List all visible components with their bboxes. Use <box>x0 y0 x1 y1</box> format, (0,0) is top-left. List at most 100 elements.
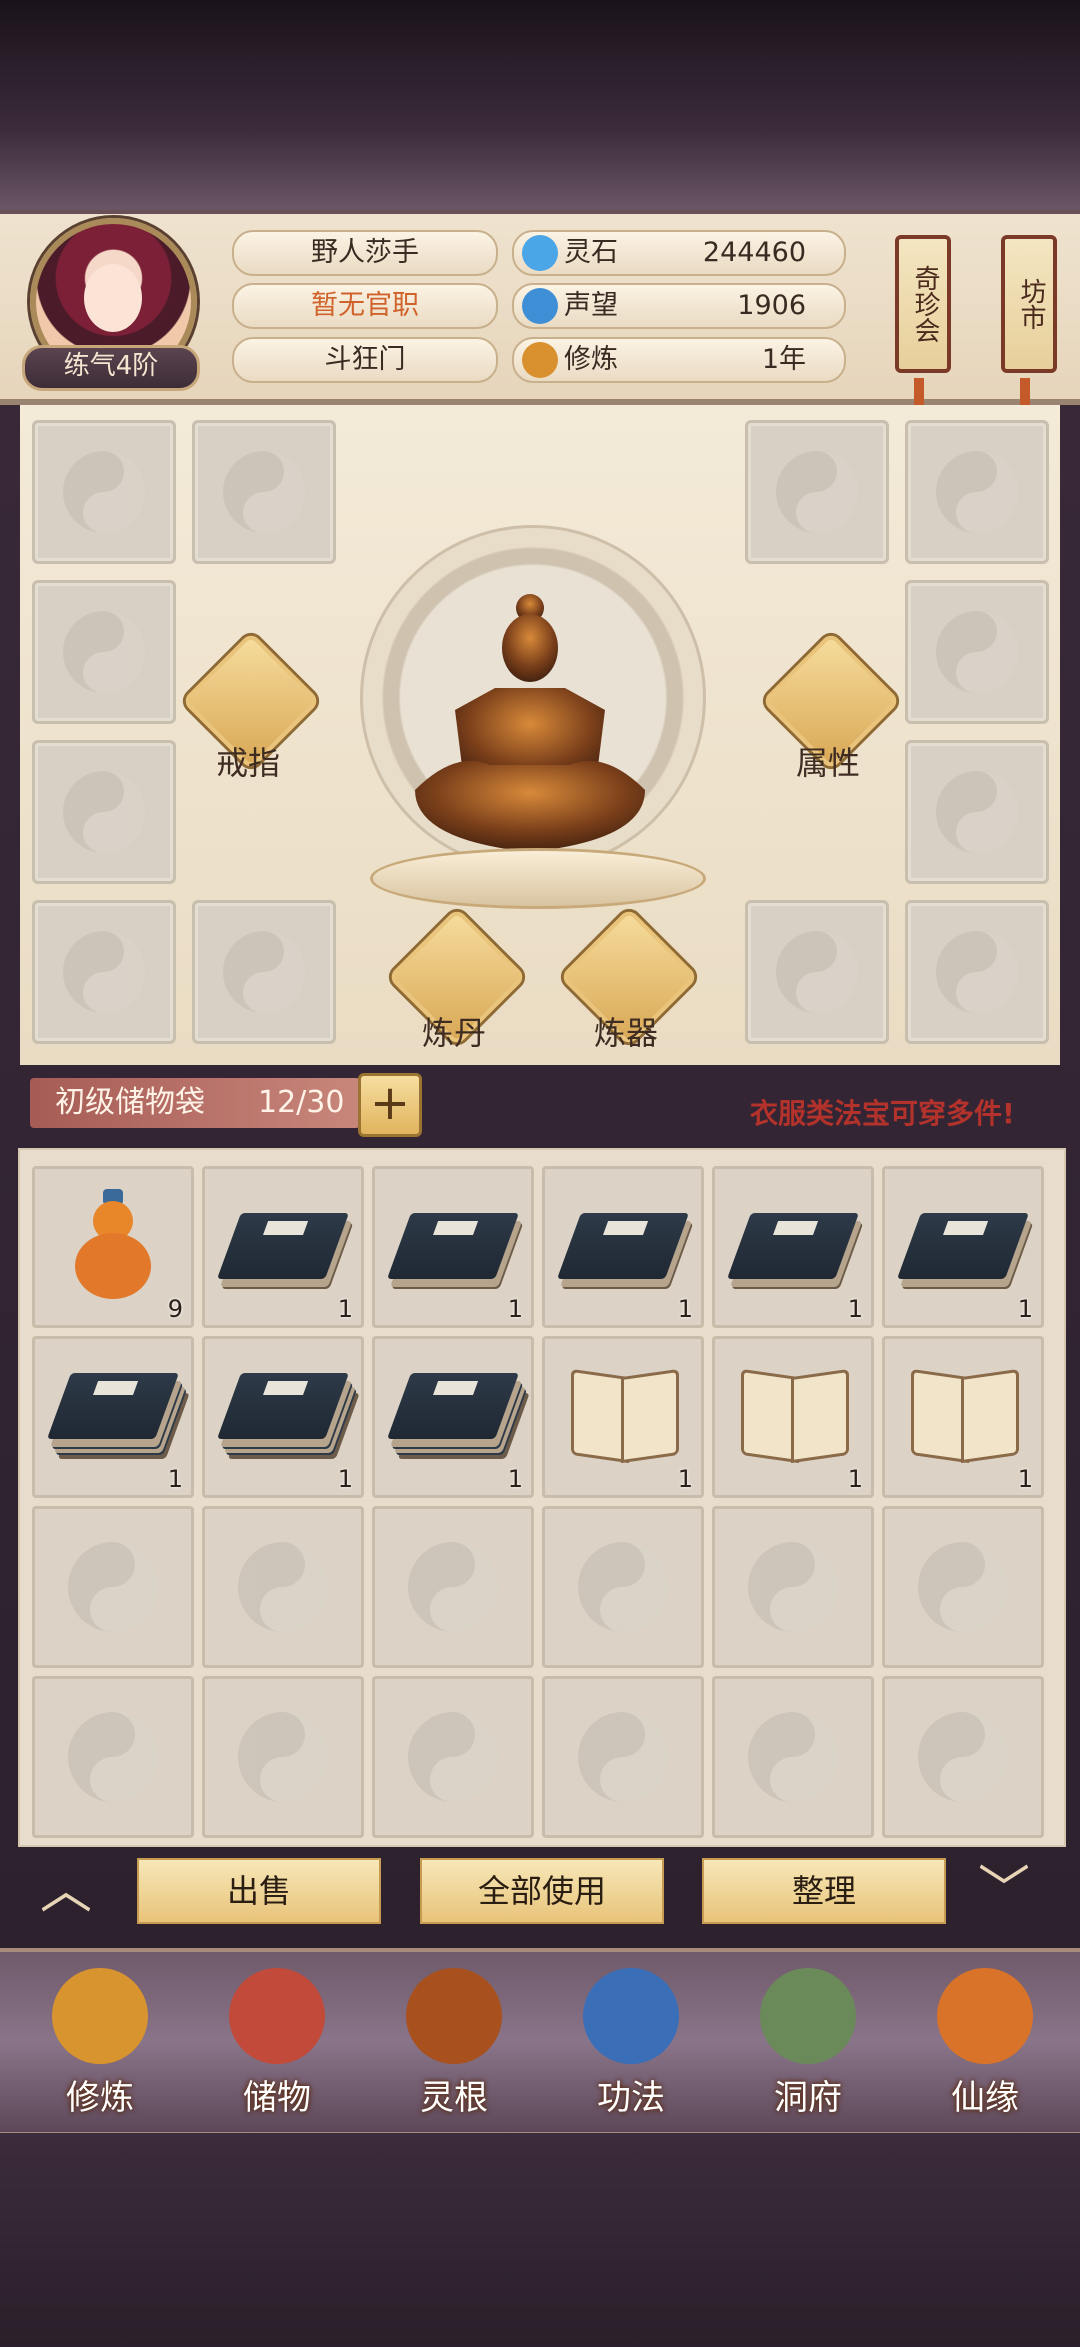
sell-button[interactable]: 出售 <box>137 1858 381 1924</box>
inventory-item[interactable]: 1 <box>882 1336 1044 1498</box>
treasure-auction-button[interactable]: 奇珍会 <box>895 235 951 373</box>
inventory-item[interactable]: 1 <box>372 1166 534 1328</box>
inventory-item[interactable]: 1 <box>372 1336 534 1498</box>
expand-bag-button[interactable]: + <box>358 1073 422 1137</box>
inventory-empty-slot[interactable] <box>542 1676 704 1838</box>
yin-yang-icon <box>408 1542 498 1632</box>
inventory-empty-slot[interactable] <box>542 1506 704 1668</box>
item-quantity: 1 <box>677 1465 693 1493</box>
nav-label: 仙缘 <box>951 2078 1019 2118</box>
nav-item-spirit-root[interactable]: 灵根 <box>374 1958 534 2128</box>
stat-cultivation-time: 修炼 1年 <box>512 337 846 383</box>
yin-yang-icon <box>68 1712 158 1802</box>
inventory-item[interactable]: 1 <box>202 1336 364 1498</box>
equip-slot[interactable] <box>905 740 1049 884</box>
inventory-item[interactable]: 1 <box>712 1166 874 1328</box>
top-backdrop <box>0 0 1080 215</box>
cave-house-icon <box>760 1968 856 2064</box>
equipment-notice: 衣服类法宝可穿多件! <box>750 1097 1015 1130</box>
yin-yang-icon <box>63 611 145 693</box>
yin-yang-icon <box>578 1542 668 1632</box>
scroll-down-arrow-icon[interactable]: ﹀ <box>978 1848 1030 1923</box>
forging-label: 炼器 <box>593 1014 658 1052</box>
yin-yang-icon <box>748 1542 838 1632</box>
yin-yang-icon <box>776 931 858 1013</box>
equip-slot[interactable] <box>905 580 1049 724</box>
inventory-empty-slot[interactable] <box>882 1676 1044 1838</box>
open-book-icon <box>911 1368 1019 1464</box>
cultivate-icon <box>52 1968 148 2064</box>
yin-yang-icon <box>238 1712 328 1802</box>
inventory-empty-slot[interactable] <box>712 1506 874 1668</box>
inventory-item[interactable]: 1 <box>542 1166 704 1328</box>
nav-label: 灵根 <box>420 2078 488 2118</box>
inventory-empty-slot[interactable] <box>202 1676 364 1838</box>
item-quantity: 9 <box>167 1295 183 1323</box>
stat-label: 灵石 <box>564 237 618 268</box>
market-button[interactable]: 坊市 <box>1001 235 1057 373</box>
item-quantity: 1 <box>337 1295 353 1323</box>
avatar-face <box>84 264 142 332</box>
equip-slot[interactable] <box>745 420 889 564</box>
book-stack-icon <box>46 1373 180 1439</box>
equip-slot[interactable] <box>905 420 1049 564</box>
player-name: 野人莎手 <box>232 230 498 276</box>
book-stack-icon <box>216 1373 350 1439</box>
equip-slot[interactable] <box>32 740 176 884</box>
sort-button[interactable]: 整理 <box>702 1858 946 1924</box>
equip-slot[interactable] <box>745 900 889 1044</box>
inventory-empty-slot[interactable] <box>372 1506 534 1668</box>
attributes-label: 属性 <box>795 744 860 782</box>
scroll-up-arrow-icon[interactable]: ︿ <box>40 1848 92 1923</box>
inventory-item[interactable]: 1 <box>882 1166 1044 1328</box>
item-quantity: 1 <box>507 1465 523 1493</box>
use-all-button[interactable]: 全部使用 <box>420 1858 664 1924</box>
nav-item-cave-house[interactable]: 洞府 <box>728 1958 888 2128</box>
nav-item-storage[interactable]: 储物 <box>197 1958 357 2128</box>
nav-item-immortal-fate[interactable]: 仙缘 <box>905 1958 1065 2128</box>
inventory-empty-slot[interactable] <box>712 1676 874 1838</box>
book-icon <box>556 1213 690 1279</box>
inventory-empty-slot[interactable] <box>372 1676 534 1838</box>
stat-value: 1906 <box>737 290 806 321</box>
equip-slot[interactable] <box>32 900 176 1044</box>
item-quantity: 1 <box>507 1295 523 1323</box>
stat-reputation: 声望 1906 <box>512 283 846 329</box>
inventory-empty-slot[interactable] <box>202 1506 364 1668</box>
yin-yang-icon <box>408 1712 498 1802</box>
inventory-empty-slot[interactable] <box>32 1676 194 1838</box>
yin-yang-icon <box>936 771 1018 853</box>
gourd-icon <box>75 1189 151 1301</box>
yin-yang-icon <box>748 1712 838 1802</box>
inventory-empty-slot[interactable] <box>32 1506 194 1668</box>
equip-slot[interactable] <box>192 900 336 1044</box>
stat-value: 1年 <box>761 344 806 375</box>
nav-item-technique[interactable]: 功法 <box>551 1958 711 2128</box>
meditation-dais <box>370 848 706 909</box>
inventory-item[interactable]: 1 <box>712 1336 874 1498</box>
book-icon <box>726 1213 860 1279</box>
inventory-item[interactable]: 9 <box>32 1166 194 1328</box>
inventory-empty-slot[interactable] <box>882 1506 1044 1668</box>
nav-label: 修炼 <box>66 2078 134 2118</box>
immortal-gourd-icon <box>937 1968 1033 2064</box>
yin-yang-icon <box>918 1712 1008 1802</box>
book-icon <box>386 1213 520 1279</box>
item-quantity: 1 <box>167 1465 183 1493</box>
equip-slot[interactable] <box>32 580 176 724</box>
reputation-crystal-icon <box>522 288 558 324</box>
inventory-item[interactable]: 1 <box>202 1166 364 1328</box>
cultivation-level: 练气4阶 <box>22 345 200 391</box>
inventory-item[interactable]: 1 <box>542 1336 704 1498</box>
equip-slot[interactable] <box>905 900 1049 1044</box>
sect-name: 斗狂门 <box>232 337 498 383</box>
meditating-figure-silhouette <box>415 594 645 852</box>
storage-bag-icon <box>229 1968 325 2064</box>
book-stack-icon <box>386 1373 520 1439</box>
inventory-item[interactable]: 1 <box>32 1336 194 1498</box>
nav-item-cultivate[interactable]: 修炼 <box>20 1958 180 2128</box>
bottom-backdrop <box>0 2133 1080 2347</box>
spirit-stone-icon <box>522 235 558 271</box>
equip-slot[interactable] <box>192 420 336 564</box>
equip-slot[interactable] <box>32 420 176 564</box>
